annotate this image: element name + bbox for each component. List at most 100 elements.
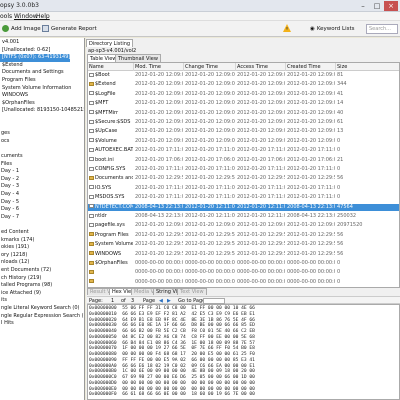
tree-node[interactable]: Files xyxy=(0,161,12,169)
table-row[interactable]: WINDOWS 2012-01-20 12:29:54 2012-01-20 12:… xyxy=(88,251,399,259)
tree-node[interactable]: ch History (219) xyxy=(0,275,41,283)
tree-node[interactable]: Day - 6 xyxy=(0,206,19,214)
minimize-icon[interactable]: – xyxy=(356,1,370,11)
tree-node[interactable]: ocs xyxy=(0,138,9,146)
table-row[interactable]: Documents and Settings2012-01-20 12:29:5… xyxy=(88,175,399,183)
table-row[interactable]: pagefile.sys 2012-01-20 12:09:06 2012-01-2… xyxy=(88,222,399,230)
table-row[interactable]: System Volume Information2012-01-20 12:2… xyxy=(88,241,399,249)
table-row[interactable]: $Volume 2012-01-20 12:09:06 2012-01-20 12:… xyxy=(88,138,399,146)
tree-node[interactable]: Day - 4 xyxy=(0,191,19,199)
table-row[interactable]: boot.ini 2012-01-20 17:06:06 2012-01-20 17… xyxy=(88,156,399,165)
tree-node[interactable] xyxy=(0,145,1,153)
cell-mod: 2012-01-20 12:09:06 xyxy=(135,119,183,125)
tree-node[interactable]: [Unallocated: 0-62] xyxy=(0,47,50,55)
col-created-time[interactable]: Created Time xyxy=(286,63,336,71)
table-row[interactable]: NTDETECT.COM 2008-04-13 22:13:04 2012-01-2… xyxy=(88,203,399,212)
tree-node[interactable]: [Unallocated: 8193150-10485215] xyxy=(0,107,84,115)
tree-node[interactable]: v4.001 xyxy=(0,39,19,47)
warning-icon[interactable] xyxy=(283,24,291,34)
tree-node[interactable]: ory (1218) xyxy=(0,252,27,260)
tree-node[interactable]: $Extend xyxy=(0,62,84,70)
tree-node[interactable]: ed Content xyxy=(0,229,29,237)
tree-node[interactable]: Program Files xyxy=(0,77,84,85)
cell-name: boot.ini xyxy=(89,157,133,165)
cell-acc: 2012-01-20 12:29:54 xyxy=(237,231,285,238)
tree-node[interactable]: Day - 5 xyxy=(0,199,19,207)
file-name: $Secure:$SDS xyxy=(95,119,131,125)
table-row[interactable]: ntldr 2008-04-13 22:13:04 2012-01-20 12:11… xyxy=(88,213,399,221)
table-row[interactable]: Program Files 2012-01-20 12:29:54 2012-01-… xyxy=(88,231,399,240)
tree-node[interactable]: ice Attached (9) xyxy=(0,290,41,298)
tab-directory-listing[interactable]: Directory Listing xyxy=(86,39,134,47)
col-name[interactable]: Name xyxy=(88,63,134,71)
maximize-icon[interactable]: □ xyxy=(370,1,384,11)
cell-size: 81 xyxy=(337,72,344,78)
tree-node[interactable]: Day - 3 xyxy=(0,183,19,191)
menu-window[interactable]: Window xyxy=(14,13,38,20)
col-mod-time[interactable]: Mod. Time xyxy=(134,63,184,71)
add-image-button[interactable]: Add Image xyxy=(2,24,41,34)
file-name: IO.SYS xyxy=(95,184,112,191)
cell-mod: 2012-01-20 12:09:06 xyxy=(135,222,183,229)
table-row[interactable]: $Secure:$SDS 2012-01-20 12:09:06 2012-01-2… xyxy=(88,119,399,127)
tree-node[interactable]: ges xyxy=(0,130,10,138)
table-row[interactable]: $Extend 2012-01-20 12:09:06 2012-01-20 12:… xyxy=(88,81,399,89)
tree-node[interactable]: System Volume Information xyxy=(0,85,84,93)
tree-node[interactable]: Day - 2 xyxy=(0,176,19,184)
table-row[interactable]: AUTOEXEC.BAT 2012-01-20 17:11:04 2012-01-2… xyxy=(88,147,399,155)
table-row[interactable]: MSDOS.SYS 2012-01-20 17:11:04 2012-01-20 1… xyxy=(88,194,399,202)
cell-cre: 2012-01-20 12:09:06 xyxy=(287,119,335,125)
tree-node[interactable] xyxy=(0,115,1,123)
tree-node[interactable]: [NTFS (0x07): 63-4193149] xyxy=(0,54,71,62)
keyword-lists-button[interactable]: ◉ Keyword Lists xyxy=(310,24,355,34)
table-row[interactable]: 0000-00-00 00:00:00 0000-00-00 00:00:00 00… xyxy=(88,269,399,277)
table-row[interactable]: IO.SYS 2012-01-20 17:11:04 2012-01-20 17:1… xyxy=(88,184,399,193)
tree-node[interactable]: ngle Regular Expression Search (0) xyxy=(0,313,84,321)
tree-node[interactable]: Day - 1 xyxy=(0,168,19,176)
cell-chg: 2012-01-20 17:06:06 xyxy=(185,156,235,163)
col-size[interactable]: Size xyxy=(336,63,399,71)
tree-node[interactable]: nloads (12) xyxy=(0,259,29,267)
table-row[interactable]: $UpCase 2012-01-20 12:09:06 2012-01-20 12:… xyxy=(88,128,399,136)
toolbar: Add Image Generate Report ◉ Keyword Lists… xyxy=(0,21,400,37)
table-row[interactable]: 0000-00-00 00:00:00 0000-00-00 00:00:00 00… xyxy=(88,279,399,287)
generate-report-button[interactable]: Generate Report xyxy=(42,24,97,34)
hex-viewer[interactable]: 0x00000000 55 06 FF FF 31 C0 C8 00 E1 FF… xyxy=(87,304,400,400)
close-icon[interactable]: × xyxy=(384,1,398,11)
tree-node[interactable] xyxy=(0,221,1,229)
tree-node[interactable]: cuments xyxy=(0,153,23,161)
file-name: MSDOS.SYS xyxy=(95,194,125,201)
search-input[interactable]: Search... xyxy=(366,24,398,34)
table-row[interactable]: CONFIG.SYS 2012-01-20 17:11:04 2012-01-20 … xyxy=(88,166,399,174)
table-row[interactable]: $Boot 2012-01-20 12:09:06 2012-01-20 12:09… xyxy=(88,72,399,80)
table-row[interactable]: $MFTMirr 2012-01-20 12:09:06 2012-01-20 12… xyxy=(88,109,399,118)
menu-help[interactable]: Help xyxy=(36,13,50,20)
tree-node[interactable]: talled Programs (98) xyxy=(0,282,52,290)
tab-text-view[interactable]: Text View xyxy=(177,288,207,295)
cell-name: pagefile.sys xyxy=(89,222,133,230)
tree-node[interactable]: its xyxy=(0,297,7,305)
menu-tools[interactable]: ools xyxy=(0,13,12,20)
file-name: NTDETECT.COM xyxy=(95,203,133,210)
col-change-time[interactable]: Change Time xyxy=(184,63,236,71)
col-access-time[interactable]: Access Time xyxy=(236,63,286,71)
tree-node[interactable]: $OrphanFiles xyxy=(0,100,84,108)
tree-node[interactable]: kmarks (174) xyxy=(0,237,34,245)
table-row[interactable]: $OrphanFiles 0000-00-00 00:00:00 0000-00-0… xyxy=(88,260,399,268)
tree-node[interactable]: ent Documents (72) xyxy=(0,267,51,275)
tree-node[interactable]: okies (191) xyxy=(0,244,29,252)
cell-acc: 2012-01-20 12:09:06 xyxy=(237,109,285,116)
table-row[interactable]: $LogFile 2012-01-20 12:09:06 2012-01-20 12… xyxy=(88,90,399,99)
table-row[interactable]: $MFT 2012-01-20 12:09:06 2012-01-20 12:09:… xyxy=(88,100,399,108)
cell-acc: 2012-01-20 17:06:06 xyxy=(237,156,285,163)
tree-node[interactable]: Day - 7 xyxy=(0,214,19,222)
tree-node[interactable]: ngle Literal Keyword Search (0) xyxy=(0,305,80,313)
tree-node[interactable]: WINDOWS xyxy=(0,92,84,100)
tab-thumbnail-view[interactable]: Thumbnail View xyxy=(115,54,161,62)
cell-mod: 0000-00-00 00:00:00 xyxy=(135,269,183,276)
cell-mod: 2012-01-20 12:09:06 xyxy=(135,90,183,97)
folder-icon xyxy=(89,260,94,265)
tree-node[interactable] xyxy=(0,123,1,131)
tree-node[interactable]: Documents and Settings xyxy=(0,69,84,77)
tree-node[interactable]: I Hits xyxy=(0,320,14,328)
